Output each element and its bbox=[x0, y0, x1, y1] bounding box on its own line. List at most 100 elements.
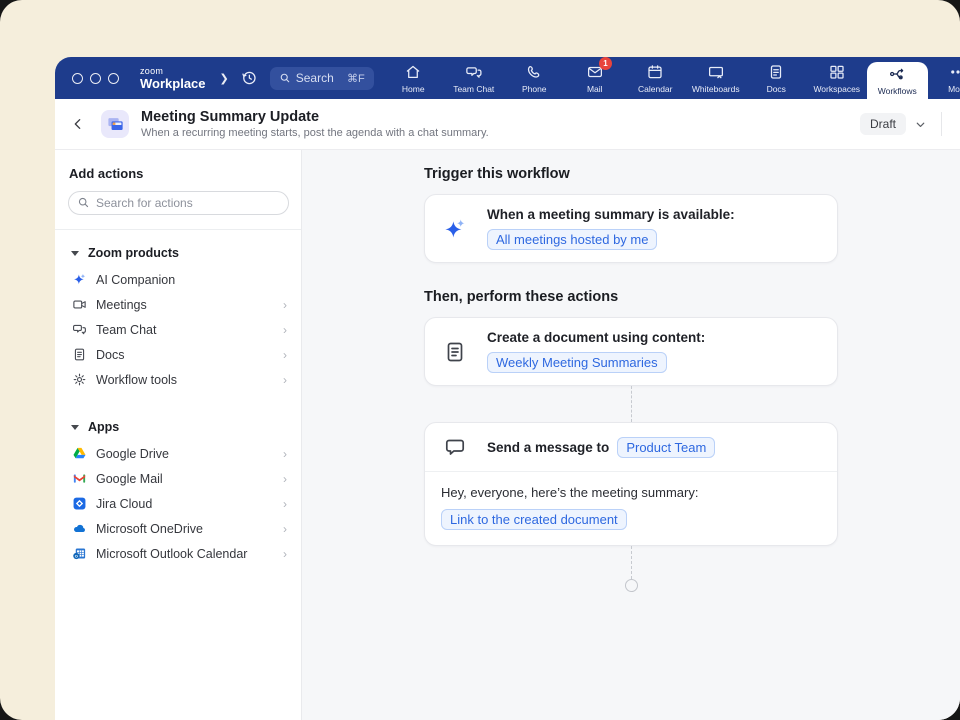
nav-tab-label: Home bbox=[402, 84, 425, 94]
chevron-right-icon: › bbox=[283, 547, 287, 561]
chevron-right-icon: › bbox=[283, 298, 287, 312]
back-chevron-icon bbox=[70, 116, 86, 132]
workflow-tools-gear-icon bbox=[71, 372, 87, 388]
workflow-canvas: Trigger this workflow When a meeting sum… bbox=[302, 150, 960, 720]
history-clock-icon[interactable] bbox=[240, 69, 258, 87]
mail-unread-badge: 1 bbox=[599, 57, 612, 70]
chevron-right-icon: › bbox=[283, 447, 287, 461]
back-button[interactable] bbox=[55, 116, 101, 132]
nav-tab-workspaces[interactable]: Workspaces bbox=[807, 57, 868, 99]
section-label: Zoom products bbox=[88, 246, 179, 260]
trigger-heading: Trigger this workflow bbox=[424, 166, 838, 182]
flow-endpoint-node[interactable] bbox=[625, 579, 638, 592]
team-chat-icon bbox=[71, 322, 87, 338]
ai-sparkle-icon bbox=[441, 216, 469, 242]
nav-tab-mail[interactable]: Mail 1 bbox=[565, 57, 626, 99]
more-icon bbox=[949, 63, 960, 81]
action-card-title: Create a document using content: bbox=[487, 330, 705, 345]
action-search-input[interactable] bbox=[68, 191, 289, 215]
trigger-card[interactable]: When a meeting summary is available: All… bbox=[424, 194, 838, 263]
window-control-minimize[interactable] bbox=[90, 73, 101, 84]
calendar-icon bbox=[646, 63, 664, 81]
document-content-chip[interactable]: Weekly Meeting Summaries bbox=[487, 352, 667, 373]
sidebar-item-ai-companion[interactable]: AI Companion bbox=[68, 267, 289, 292]
nav-tab-docs[interactable]: Docs bbox=[746, 57, 807, 99]
sidebar-item-label: Microsoft Outlook Calendar bbox=[96, 547, 247, 561]
nav-tab-home[interactable]: Home bbox=[383, 57, 444, 99]
sidebar-item-google-mail[interactable]: Google Mail › bbox=[68, 466, 289, 491]
header-right-cluster: Draft bbox=[860, 112, 942, 136]
action-card-create-document[interactable]: Create a document using content: Weekly … bbox=[424, 317, 838, 386]
svg-text:O: O bbox=[74, 553, 77, 558]
sidebar-item-workflow-tools[interactable]: Workflow tools › bbox=[68, 367, 289, 392]
navbar-tabs: Home Team Chat Phone Mail 1 Calend bbox=[383, 57, 960, 99]
nav-tab-label: Docs bbox=[767, 84, 786, 94]
sidebar-item-team-chat[interactable]: Team Chat › bbox=[68, 317, 289, 342]
nav-tab-workflows[interactable]: Workflows bbox=[867, 62, 928, 99]
triangle-collapse-icon bbox=[71, 251, 79, 256]
navbar-left-cluster: zoom Workplace ❯ Search ⌘F bbox=[55, 57, 374, 99]
sidebar-item-google-drive[interactable]: Google Drive › bbox=[68, 441, 289, 466]
search-icon bbox=[77, 196, 90, 209]
status-dropdown-button[interactable] bbox=[914, 118, 927, 131]
workflow-subtitle: When a recurring meeting starts, post th… bbox=[141, 127, 489, 139]
home-icon bbox=[404, 63, 422, 81]
sidebar-divider bbox=[55, 229, 301, 230]
chevron-right-icon: › bbox=[283, 323, 287, 337]
section-apps[interactable]: Apps bbox=[71, 416, 289, 438]
nav-tab-label: Whiteboards bbox=[692, 84, 740, 94]
sidebar-item-label: Workflow tools bbox=[96, 373, 177, 387]
nav-tab-label: Team Chat bbox=[453, 84, 494, 94]
global-search-button[interactable]: Search ⌘F bbox=[270, 67, 374, 90]
docs-icon bbox=[767, 63, 785, 81]
zoom-workplace-window: zoom Workplace ❯ Search ⌘F bbox=[55, 57, 960, 720]
document-link-chip[interactable]: Link to the created document bbox=[441, 509, 627, 530]
action-card-title: Send a message to bbox=[487, 440, 609, 455]
nav-tab-calendar[interactable]: Calendar bbox=[625, 57, 686, 99]
sidebar-title: Add actions bbox=[69, 166, 289, 181]
nav-tab-team-chat[interactable]: Team Chat bbox=[444, 57, 505, 99]
chat-bubble-icon bbox=[441, 435, 469, 459]
header-divider bbox=[941, 112, 942, 136]
action-search bbox=[68, 191, 289, 215]
trigger-scope-chip[interactable]: All meetings hosted by me bbox=[487, 229, 657, 250]
triangle-collapse-icon bbox=[71, 425, 79, 430]
onedrive-icon bbox=[71, 521, 87, 537]
sidebar-item-jira-cloud[interactable]: Jira Cloud › bbox=[68, 491, 289, 516]
nav-tab-label: Calendar bbox=[638, 84, 673, 94]
meetings-icon bbox=[71, 297, 87, 313]
sidebar-item-docs[interactable]: Docs › bbox=[68, 342, 289, 367]
sidebar-item-label: Jira Cloud bbox=[96, 497, 152, 511]
workflow-title-block: Meeting Summary Update When a recurring … bbox=[141, 109, 489, 139]
nav-tab-phone[interactable]: Phone bbox=[504, 57, 565, 99]
team-chat-icon bbox=[465, 63, 483, 81]
nav-tab-whiteboards[interactable]: Whiteboards bbox=[686, 57, 747, 99]
actions-heading: Then, perform these actions bbox=[424, 289, 838, 305]
chevron-right-icon[interactable]: ❯ bbox=[220, 72, 229, 85]
logo-text-zoom: zoom bbox=[140, 67, 206, 76]
sidebar-item-microsoft-onedrive[interactable]: Microsoft OneDrive › bbox=[68, 516, 289, 541]
chevron-right-icon: › bbox=[283, 497, 287, 511]
nav-tab-label: Workflows bbox=[878, 86, 917, 96]
nav-tab-more[interactable]: More bbox=[928, 57, 960, 99]
workflows-icon bbox=[888, 65, 906, 83]
sidebar-item-microsoft-outlook-calendar[interactable]: O Microsoft Outlook Calendar › bbox=[68, 541, 289, 566]
sidebar-item-label: Google Mail bbox=[96, 472, 163, 486]
sidebar-item-label: Docs bbox=[96, 348, 124, 362]
google-drive-icon bbox=[71, 446, 87, 462]
search-shortcut-hint: ⌘F bbox=[347, 72, 365, 85]
nav-tab-label: More bbox=[948, 84, 960, 94]
slides-illustration-icon bbox=[106, 115, 125, 134]
chevron-right-icon: › bbox=[283, 373, 287, 387]
section-zoom-products[interactable]: Zoom products bbox=[71, 242, 289, 264]
window-control-zoom[interactable] bbox=[108, 73, 119, 84]
sidebar-item-label: Microsoft OneDrive bbox=[96, 522, 203, 536]
message-recipient-chip[interactable]: Product Team bbox=[617, 437, 715, 458]
sidebar-item-meetings[interactable]: Meetings › bbox=[68, 292, 289, 317]
nav-tab-label: Mail bbox=[587, 84, 603, 94]
window-control-close[interactable] bbox=[72, 73, 83, 84]
google-mail-icon bbox=[71, 471, 87, 487]
action-card-send-message[interactable]: Send a message to Product Team Hey, ever… bbox=[424, 422, 838, 546]
flow-connector bbox=[631, 546, 632, 579]
message-body-text: Hey, everyone, here’s the meeting summar… bbox=[441, 485, 821, 500]
